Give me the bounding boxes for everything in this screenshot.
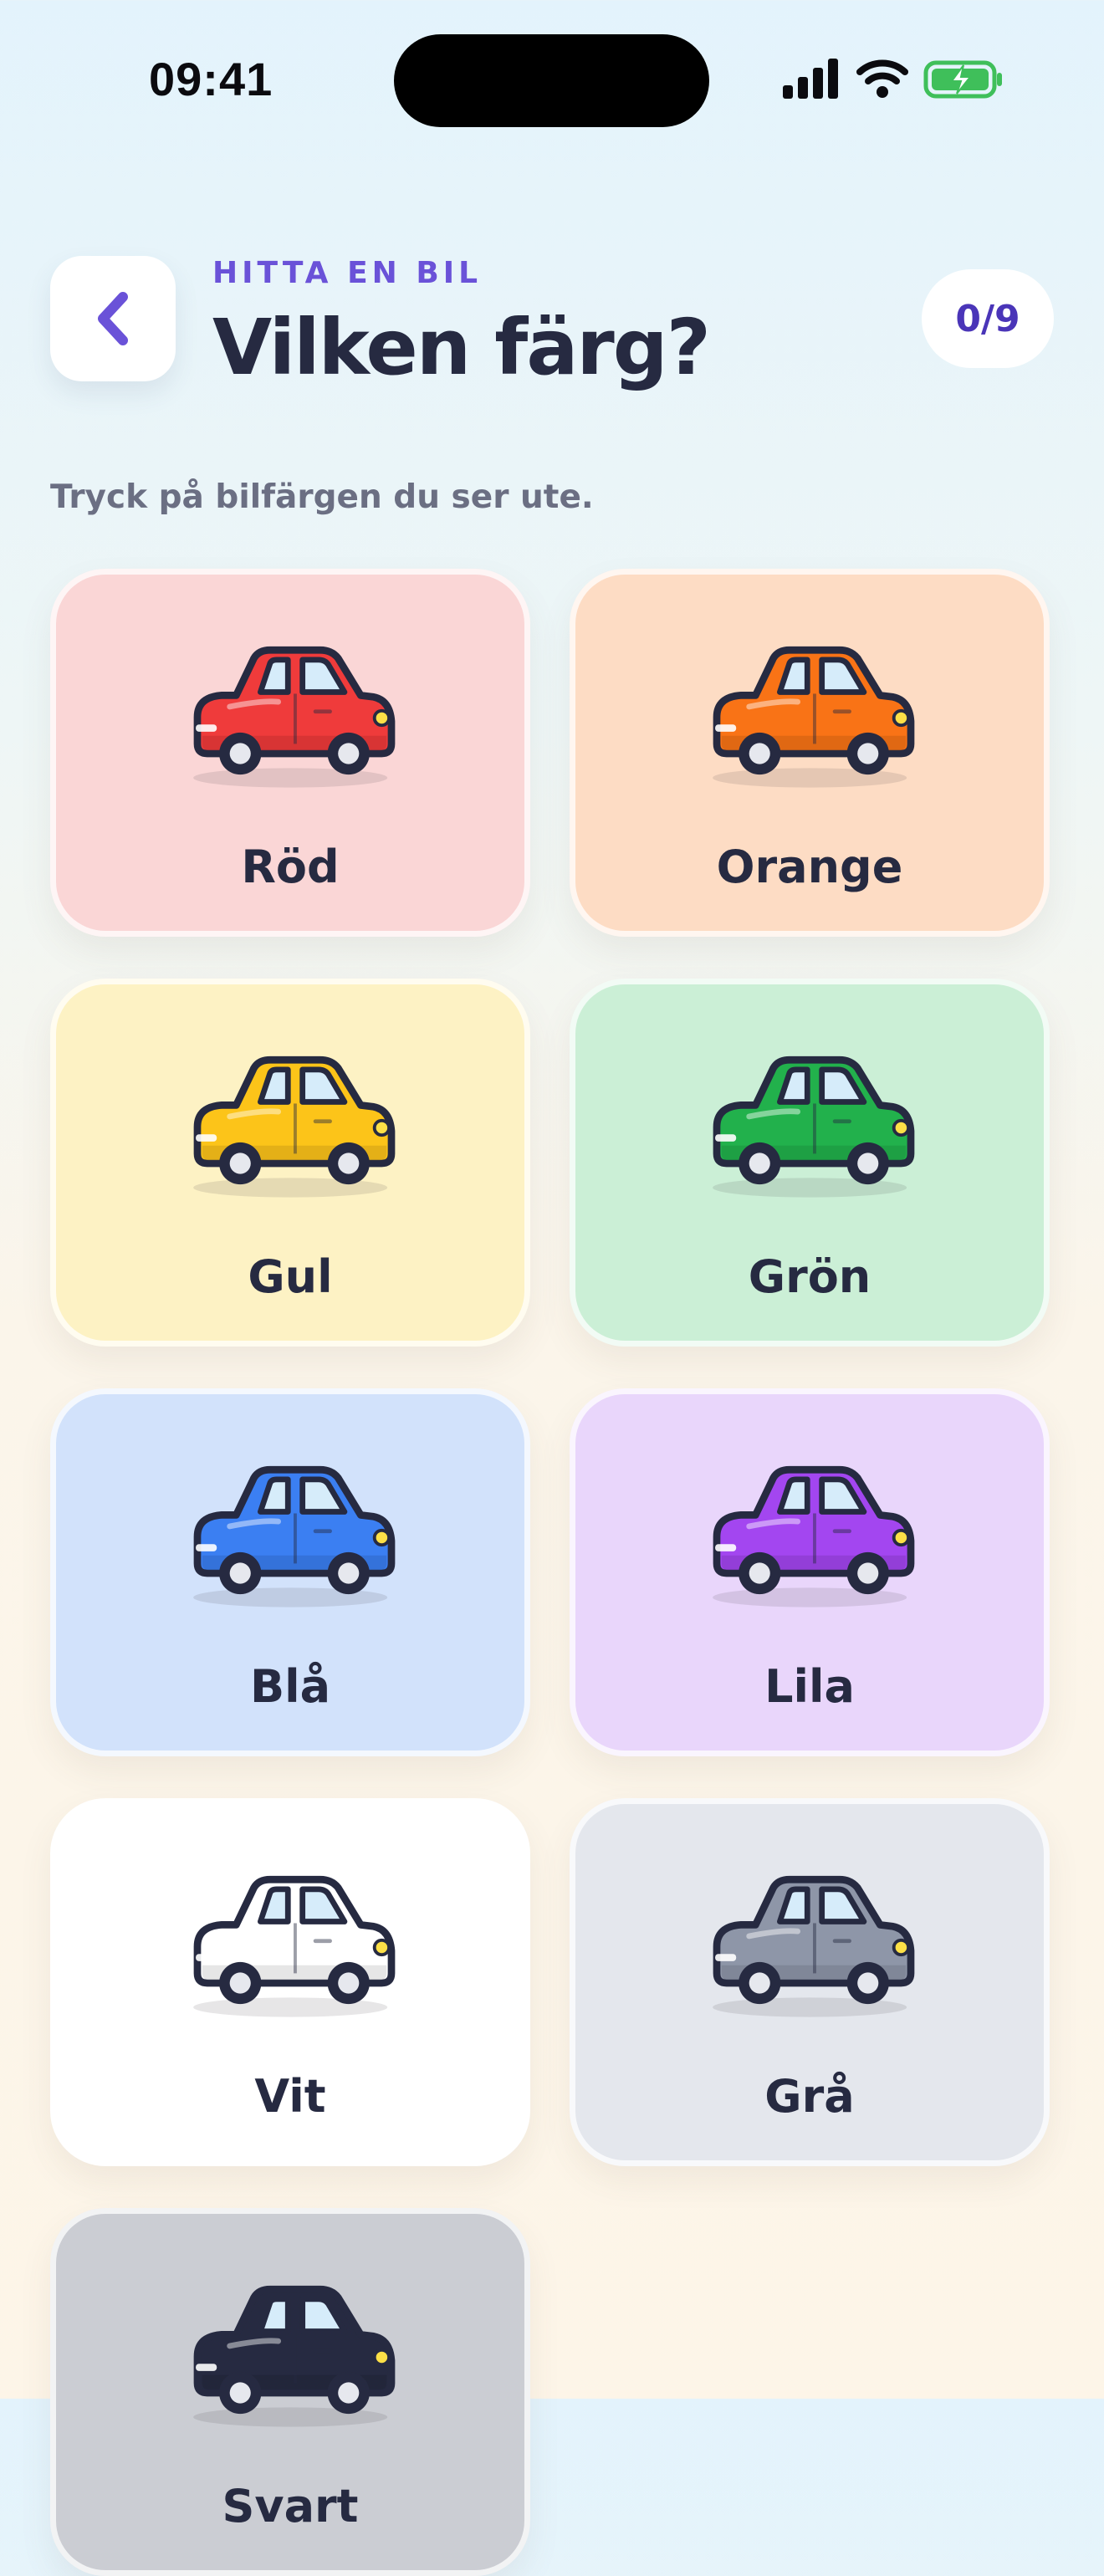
color-label: Grå (764, 2070, 855, 2123)
color-label: Vit (254, 2070, 326, 2123)
color-card[interactable]: Blå (50, 1388, 530, 1756)
color-label: Svart (222, 2480, 359, 2533)
car-icon (713, 1875, 915, 2017)
color-card[interactable]: Gul (50, 979, 530, 1347)
color-card[interactable]: Grön (570, 979, 1050, 1347)
back-button[interactable] (50, 256, 176, 381)
instruction-text: Tryck på bilfärgen du ser ute. (50, 478, 594, 516)
page-title: Vilken färg? (212, 303, 711, 392)
car-icon (713, 646, 915, 788)
car-icon (193, 1465, 396, 1607)
car-icon (713, 1465, 915, 1607)
car-icon (713, 1055, 915, 1198)
color-label: Orange (716, 841, 903, 893)
car-icon (193, 2285, 396, 2427)
car-icon (193, 646, 396, 788)
eyebrow-label: HITTA EN BIL (212, 256, 483, 290)
chevron-left-icon (98, 292, 128, 345)
color-card[interactable]: Vit (50, 1798, 530, 2166)
color-label: Röd (241, 841, 340, 893)
color-label: Grön (748, 1250, 871, 1303)
color-card[interactable]: Grå (570, 1798, 1050, 2166)
status-time: 09:41 (149, 53, 273, 105)
color-card[interactable]: Orange (570, 569, 1050, 937)
wifi-icon (856, 59, 908, 98)
color-label: Gul (248, 1250, 333, 1303)
color-card[interactable]: Röd (50, 569, 530, 937)
car-icon (193, 1875, 396, 2017)
color-card[interactable]: Lila (570, 1388, 1050, 1756)
progress-counter: 0/9 (922, 269, 1054, 368)
dynamic-island (394, 34, 709, 127)
color-card[interactable]: Svart (50, 2208, 530, 2576)
color-label: Lila (764, 1660, 855, 1713)
color-label: Blå (249, 1660, 331, 1713)
battery-charging-icon (923, 60, 1002, 99)
car-icon (193, 1055, 396, 1198)
cellular-signal-icon (783, 59, 838, 99)
